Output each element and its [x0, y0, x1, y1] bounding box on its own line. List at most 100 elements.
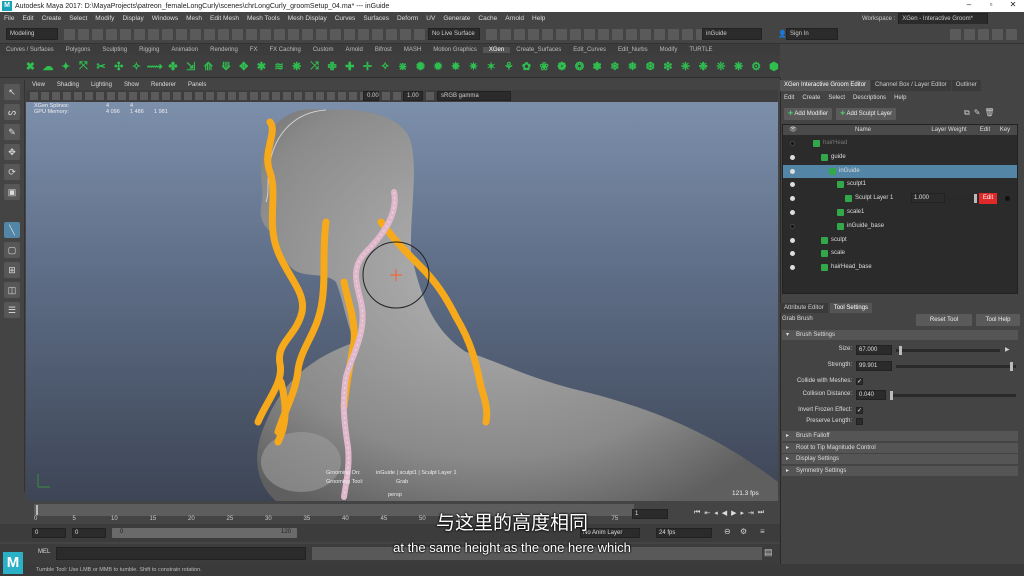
xgen-tool-icon[interactable]: ⤨ [308, 59, 321, 73]
menu-cache[interactable]: Cache [474, 15, 501, 22]
shelf-tab-create-surfaces[interactable]: Create_Surfaces [510, 47, 567, 53]
status-tool-icon[interactable] [260, 29, 271, 40]
viewport-tool-icon[interactable] [217, 92, 225, 100]
menu-generate[interactable]: Generate [439, 15, 474, 22]
menu-mesh-display[interactable]: Mesh Display [284, 15, 331, 22]
groom-layer-row[interactable]: scale [783, 247, 1017, 260]
xgen-tool-icon[interactable]: ✱ [255, 59, 268, 73]
viewport-tool-icon[interactable] [239, 92, 247, 100]
status-tool-icon[interactable] [288, 29, 299, 40]
render-tool-icon[interactable] [514, 29, 525, 40]
layout-icon[interactable] [992, 29, 1003, 40]
render-tool-icon[interactable] [598, 29, 609, 40]
four-view-icon[interactable]: ⊞ [4, 262, 20, 278]
menu-arnold[interactable]: Arnold [501, 15, 528, 22]
paint-select-icon[interactable]: ✎ [4, 124, 20, 140]
menu-help[interactable]: Help [528, 15, 549, 22]
shelf-tab-motion-graphics[interactable]: Motion Graphics [427, 47, 483, 53]
slider-arrow-icon[interactable]: ▶ [1005, 346, 1010, 353]
shelf-tab-turtle[interactable]: TURTLE [683, 47, 718, 53]
xgen-tool-icon[interactable]: ≋ [273, 59, 286, 73]
viewport-menu-renderer[interactable]: Renderer [145, 82, 182, 88]
xgen-tool-icon[interactable]: ⤧ [77, 59, 90, 73]
groom-layer-row[interactable]: hairHead [783, 137, 1017, 150]
xgen-tool-icon[interactable]: ❋ [290, 59, 303, 73]
move-tool-icon[interactable]: ✥ [4, 144, 20, 160]
xgen-tool-icon[interactable]: ✺ [414, 59, 427, 73]
status-tool-icon[interactable] [358, 29, 369, 40]
viewport-tool-icon[interactable] [96, 92, 104, 100]
menu-set-dropdown[interactable]: Modeling [6, 28, 58, 40]
xgen-tool-icon[interactable]: ❉ [697, 59, 710, 73]
visibility-eye-icon[interactable] [790, 141, 795, 146]
visibility-eye-icon[interactable] [790, 196, 795, 202]
status-tool-icon[interactable] [386, 29, 397, 40]
gamma-field[interactable]: 1.00 [403, 91, 423, 101]
exposure-field[interactable]: 0.00 [363, 91, 379, 101]
shelf-tab-custom[interactable]: Custom [307, 47, 340, 53]
viewport-tool-icon[interactable] [30, 92, 38, 100]
viewport-3d[interactable]: XGen Splines: 4 4 GPU Memory: 4 096 1 486 1 98… [26, 102, 778, 501]
outliner-layout-icon[interactable]: ☰ [4, 302, 20, 318]
status-tool-icon[interactable] [106, 29, 117, 40]
viewport-tool-icon[interactable] [195, 92, 203, 100]
viewport-tool-icon[interactable] [382, 92, 390, 100]
sign-in-button[interactable]: Sign In [786, 28, 838, 40]
xgen-tool-icon[interactable]: ✷ [467, 59, 480, 73]
xgen-tool-icon[interactable]: ✚ [343, 59, 356, 73]
xgen-tool-icon[interactable]: ⇲ [184, 59, 197, 73]
xgen-tool-icon[interactable]: ✂ [95, 59, 108, 73]
visibility-eye-icon[interactable] [790, 168, 795, 174]
viewport-tool-icon[interactable] [173, 92, 181, 100]
viewport-tool-icon[interactable] [184, 92, 192, 100]
visibility-eye-icon[interactable] [790, 265, 795, 271]
shelf-tab-xgen[interactable]: XGen [482, 46, 511, 53]
viewport-tool-icon[interactable] [74, 92, 82, 100]
menu-display[interactable]: Display [118, 15, 147, 22]
shelf-tab-animation[interactable]: Animation [165, 47, 204, 53]
maximize-icon[interactable]: ▫ [980, 0, 1002, 9]
select-tool-icon[interactable]: ↖ [4, 84, 20, 100]
edit-icon[interactable]: ✎ [974, 108, 981, 118]
xgen-tool-icon[interactable]: ✤ [167, 59, 180, 73]
status-tool-icon[interactable] [414, 29, 425, 40]
status-tool-icon[interactable] [302, 29, 313, 40]
visibility-eye-icon[interactable] [790, 223, 795, 229]
status-tool-icon[interactable] [218, 29, 229, 40]
status-tool-icon[interactable] [162, 29, 173, 40]
menu-mesh[interactable]: Mesh [182, 15, 206, 22]
status-tool-icon[interactable] [64, 29, 75, 40]
xgen-tool-icon[interactable]: ✿ [520, 59, 533, 73]
viewport-tool-icon[interactable] [107, 92, 115, 100]
xgen-tool-icon[interactable]: ✣ [112, 59, 125, 73]
reset-tool-button[interactable]: Reset Tool [916, 314, 972, 326]
render-tool-icon[interactable] [640, 29, 651, 40]
viewport-tool-icon[interactable] [228, 92, 236, 100]
groom-layer-row[interactable]: sculpt1 [783, 178, 1017, 191]
xgen-tool-icon[interactable]: ⟡ [379, 59, 392, 73]
status-tool-icon[interactable] [400, 29, 411, 40]
menu-surfaces[interactable]: Surfaces [359, 15, 393, 22]
status-tool-icon[interactable] [148, 29, 159, 40]
xgen-tool-icon[interactable]: ✹ [432, 59, 445, 73]
viewport-tool-icon[interactable] [118, 92, 126, 100]
section-root-to-tip-magnitude-control[interactable]: Root to Tip Magnitude Control [782, 442, 1018, 453]
rotate-tool-icon[interactable]: ⟳ [4, 164, 20, 180]
status-tool-icon[interactable] [372, 29, 383, 40]
menu-edit[interactable]: Edit [18, 15, 37, 22]
xgen-tool-icon[interactable]: ❃ [591, 59, 604, 73]
status-tool-icon[interactable] [246, 29, 257, 40]
xgen-tool-icon[interactable]: ❂ [573, 59, 586, 73]
xgen-tool-icon[interactable]: ⚙ [750, 59, 763, 73]
xgen-tool-icon[interactable]: ⚘ [502, 59, 515, 73]
layout-icon[interactable] [1006, 29, 1017, 40]
status-tool-icon[interactable] [232, 29, 243, 40]
groom-layer-row[interactable]: sculpt [783, 234, 1017, 247]
edit-layer-button[interactable]: Edit [979, 193, 997, 205]
groom-layer-row[interactable]: Sculpt Layer 1 1.000 Edit [783, 192, 1017, 205]
status-tool-icon[interactable] [134, 29, 145, 40]
visibility-eye-icon[interactable] [790, 154, 795, 160]
status-tool-icon[interactable] [316, 29, 327, 40]
viewport-tool-icon[interactable] [140, 92, 148, 100]
status-tool-icon[interactable] [190, 29, 201, 40]
